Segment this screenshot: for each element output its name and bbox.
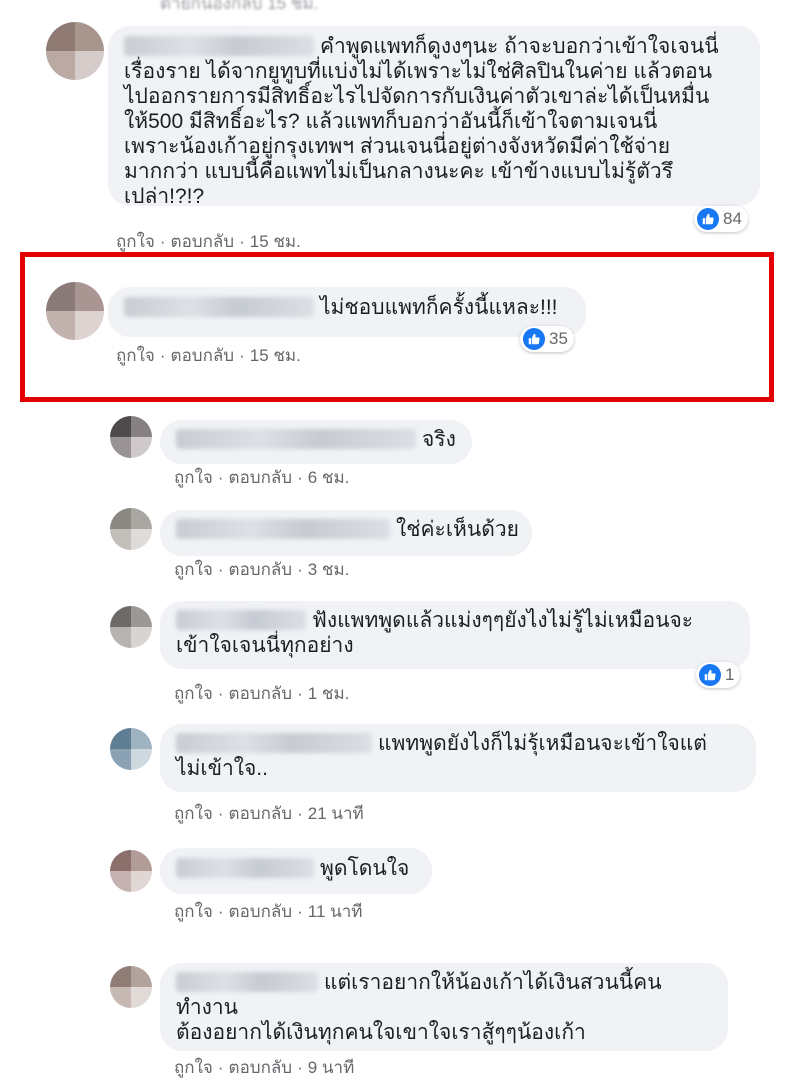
like-link[interactable]: ถูกใจ (174, 902, 213, 921)
comment-line: คำพูดแพทก็ดูงงๆนะ ถ้าจะบอกว่าเข้าใจเจนนี… (124, 34, 744, 59)
comment-line: ให้500 มีสิทธิ์อะไร? แล้วแพทก็บอกว่าอันน… (124, 110, 658, 133)
cut-off-text: ตายกนองกลบ 15 ชม. (160, 0, 319, 13)
avatar[interactable] (110, 416, 152, 458)
comment-bubble: แต่เราอยากให้น้องเก้าได้เงินสวนนี้คน ทำง… (160, 963, 728, 1051)
blurred-name[interactable] (176, 972, 318, 992)
comment-bubble: ฟังแพทพูดแล้วแม่งๆๆยังไงไม่รู้ไม่เหมือนจ… (160, 601, 750, 669)
comment-line: ทำงาน (176, 996, 239, 1019)
comment-bubble: คำพูดแพทก็ดูงงๆนะ ถ้าจะบอกว่าเข้าใจเจนนี… (108, 26, 760, 208)
thumbs-up-icon (697, 208, 719, 230)
comment-line: เปล่า!?!? (124, 185, 205, 208)
reaction-count[interactable]: 35 (520, 326, 574, 352)
blurred-name[interactable] (176, 429, 416, 449)
comment-actions: ถูกใจ · ตอบกลับ · 9 นาที (174, 1058, 355, 1077)
comment-time[interactable]: 11 นาที (308, 902, 363, 921)
comment-actions: ถูกใจ · ตอบกลับ · 15 ชม. (116, 346, 301, 365)
comment-line: เพราะน้องเก้าอยู่กรุงเทพฯ ส่วนเจนนี่อยู่… (124, 135, 671, 158)
comment-line: ใช่ค่ะเห็นด้วย (176, 517, 519, 542)
comment-line: เรื่องราย ได้จากยูทูบที่แบ่งไม่ได้เพราะไ… (124, 60, 713, 83)
reply-link[interactable]: ตอบกลับ (171, 232, 235, 251)
avatar[interactable] (110, 966, 152, 1008)
reply-link[interactable]: ตอบกลับ (229, 684, 293, 703)
comment-actions: ถูกใจ · ตอบกลับ · 21 นาที (174, 804, 364, 823)
comment-bubble: ใช่ค่ะเห็นด้วย (160, 510, 532, 556)
blurred-name[interactable] (176, 733, 372, 753)
like-link[interactable]: ถูกใจ (174, 804, 213, 823)
comment-line: พูดโดนใจ (176, 856, 416, 881)
comment-line: มากกว่า แบบนี้คือแพทไม่เป็นกลางนะคะ เข้า… (124, 160, 673, 183)
reaction-count[interactable]: 1 (696, 662, 741, 688)
comment-actions: ถูกใจ · ตอบกลับ · 1 ชม. (174, 684, 350, 703)
thumbs-up-icon (523, 328, 545, 350)
comment-bubble: พูดโดนใจ (160, 848, 432, 894)
comment-time[interactable]: 3 ชม. (308, 560, 350, 579)
comment-line: ไปออกรายการมีสิทธิ์อะไรไปจัดการกับเงินค่… (124, 85, 710, 108)
comment-bubble: แพทพูดยังไงก็ไม่รุ้เหมือนจะเข้าใจแต่ ไม่… (160, 724, 756, 792)
comment-bubble: จริง (160, 420, 472, 464)
blurred-name[interactable] (176, 519, 390, 539)
like-link[interactable]: ถูกใจ (174, 684, 213, 703)
avatar[interactable] (46, 282, 104, 340)
comment-time[interactable]: 1 ชม. (308, 684, 350, 703)
comment-time[interactable]: 15 ชม. (250, 346, 301, 365)
blurred-name[interactable] (124, 36, 314, 56)
comment-line: ไม่เข้าใจ.. (176, 757, 268, 780)
avatar[interactable] (46, 22, 104, 80)
comment-time[interactable]: 15 ชม. (250, 232, 301, 251)
like-link[interactable]: ถูกใจ (174, 1058, 213, 1077)
comment-actions: ถูกใจ · ตอบกลับ · 11 นาที (174, 902, 363, 921)
comment-time[interactable]: 21 นาที (308, 804, 364, 823)
like-link[interactable]: ถูกใจ (174, 560, 213, 579)
comment-line: เข้าใจเจนนี่ทุกอย่าง (176, 634, 354, 657)
comment-line: แพทพูดยังไงก็ไม่รุ้เหมือนจะเข้าใจแต่ (176, 731, 740, 756)
reply-link[interactable]: ตอบกลับ (229, 1058, 293, 1077)
comment-actions: ถูกใจ · ตอบกลับ · 6 ชม. (174, 468, 350, 487)
comment-time[interactable]: 9 นาที (308, 1058, 355, 1077)
comment-line: จริง (176, 427, 456, 452)
comment-time[interactable]: 6 ชม. (308, 468, 350, 487)
comment-actions: ถูกใจ · ตอบกลับ · 15 ชม. (116, 232, 301, 251)
reply-link[interactable]: ตอบกลับ (229, 804, 293, 823)
comment-line: ต้องอยากได้เงินทุกคนใจเขาใจเราสู้ๆๆน้องเ… (176, 1021, 586, 1044)
reply-link[interactable]: ตอบกลับ (171, 346, 235, 365)
thumbs-up-icon (699, 664, 721, 686)
avatar[interactable] (110, 728, 152, 770)
comment-line: แต่เราอยากให้น้องเก้าได้เงินสวนนี้คน (176, 970, 712, 995)
comment-bubble: ไม่ชอบแพทก็ครั้งนี้แหละ!!! (108, 287, 586, 337)
blurred-name[interactable] (176, 610, 306, 630)
like-link[interactable]: ถูกใจ (116, 346, 155, 365)
like-link[interactable]: ถูกใจ (174, 468, 213, 487)
comment-actions: ถูกใจ · ตอบกลับ · 3 ชม. (174, 560, 350, 579)
comment-line: ไม่ชอบแพทก็ครั้งนี้แหละ!!! (124, 295, 570, 320)
reply-link[interactable]: ตอบกลับ (229, 902, 293, 921)
blurred-name[interactable] (124, 297, 314, 317)
comment-line: ฟังแพทพูดแล้วแม่งๆๆยังไงไม่รู้ไม่เหมือนจ… (176, 608, 734, 633)
avatar[interactable] (110, 606, 152, 648)
blurred-name[interactable] (176, 858, 314, 878)
like-link[interactable]: ถูกใจ (116, 232, 155, 251)
avatar[interactable] (110, 508, 152, 550)
reaction-count[interactable]: 84 (694, 206, 748, 232)
reply-link[interactable]: ตอบกลับ (229, 468, 293, 487)
reply-link[interactable]: ตอบกลับ (229, 560, 293, 579)
avatar[interactable] (110, 850, 152, 892)
